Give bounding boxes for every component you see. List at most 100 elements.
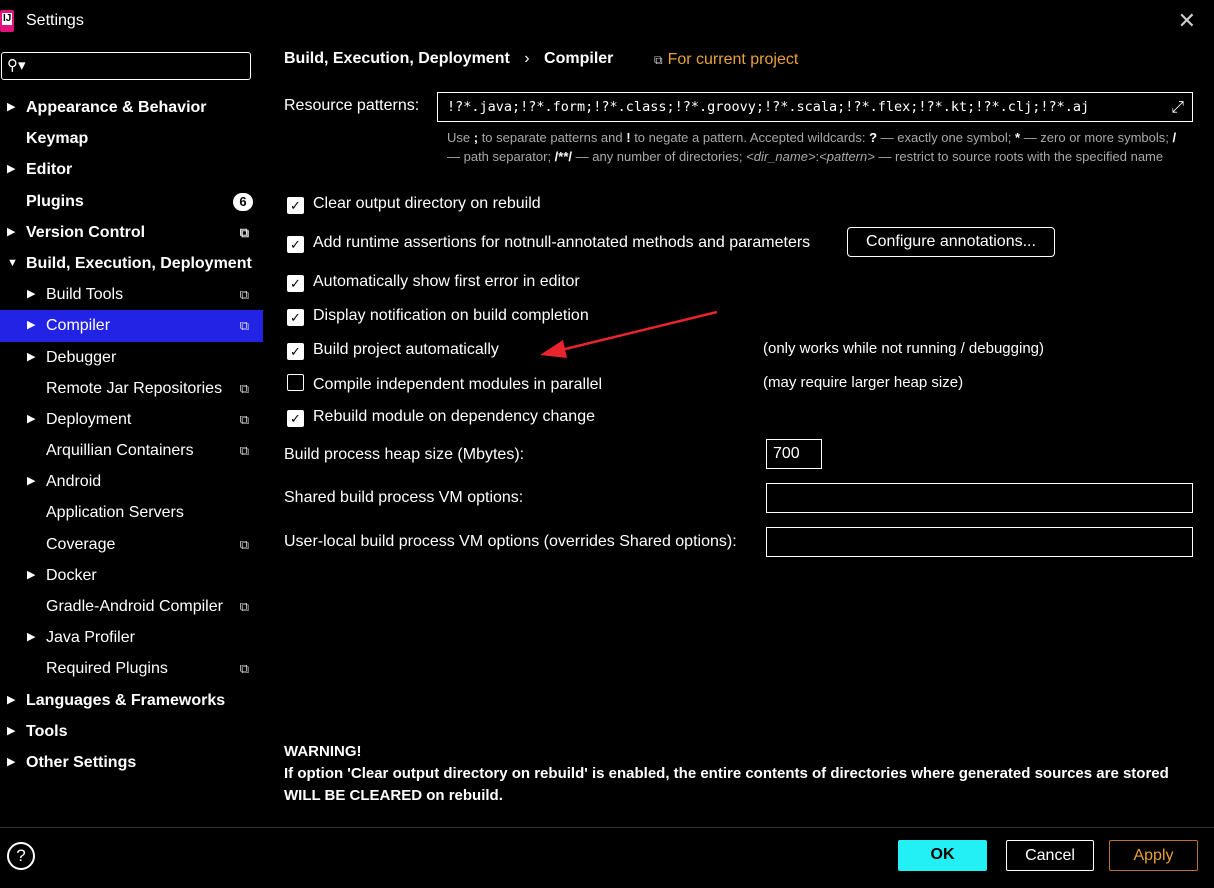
sidebar-item-coverage[interactable]: Coverage ⧉ (0, 529, 263, 560)
chevron-right-icon[interactable]: ▶ (7, 685, 15, 716)
sidebar-item-label: Debugger (46, 348, 117, 366)
runtime-assertions-option[interactable]: ✓ Add runtime assertions for notnull-anno… (287, 234, 810, 253)
sidebar-item-label: Docker (46, 566, 97, 584)
settings-search-input[interactable]: ⚲▾ (1, 52, 251, 80)
annotation-arrow-icon (540, 310, 718, 358)
sidebar-item-label: Arquillian Containers (46, 442, 194, 460)
sidebar-item-android[interactable]: ▶ Android (0, 466, 263, 497)
help-icon[interactable]: ? (7, 842, 35, 870)
checkbox[interactable]: ✓ (287, 275, 304, 292)
checkbox[interactable]: ✓ (287, 197, 304, 214)
rebuild-on-dependency-label: Rebuild module on dependency change (313, 408, 595, 425)
sidebar-item-appearance-behavior[interactable]: ▶ Appearance & Behavior (0, 92, 263, 123)
chevron-right-icon[interactable]: ▶ (7, 747, 15, 778)
copy-icon: ⧉ (239, 287, 249, 303)
configure-annotations-button[interactable]: Configure annotations... (847, 227, 1055, 257)
chevron-right-icon[interactable]: ▶ (27, 310, 35, 341)
warning-title: WARNING! (284, 743, 362, 760)
window-title: Settings (26, 12, 84, 29)
copy-icon: ⧉ (239, 536, 249, 552)
copy-icon: ⧉ (239, 224, 249, 240)
sidebar-item-remote-jar-repositories[interactable]: Remote Jar Repositories ⧉ (0, 373, 263, 404)
sidebar-item-label: Build Tools (46, 286, 124, 304)
sidebar-item-label: Coverage (46, 535, 116, 553)
dialog-footer: ? OK Cancel Apply (0, 827, 1214, 888)
sidebar-item-build-tools[interactable]: ▶ Build Tools ⧉ (0, 279, 263, 310)
sidebar-item-build-execution-deployment[interactable]: ▼ Build, Execution, Deployment (0, 248, 263, 279)
chevron-right-icon[interactable]: ▶ (7, 217, 15, 248)
breadcrumb: Build, Execution, Deployment › Compiler (284, 50, 613, 68)
sidebar-item-languages-frameworks[interactable]: ▶ Languages & Frameworks (0, 685, 263, 716)
chevron-down-icon[interactable]: ▼ (7, 248, 18, 279)
sidebar-item-tools[interactable]: ▶ Tools (0, 716, 263, 747)
checkbox[interactable] (287, 374, 304, 391)
expand-icon[interactable]: ⤢ (1171, 93, 1184, 121)
ok-button[interactable]: OK (898, 840, 987, 871)
sidebar-item-label: Java Profiler (46, 629, 135, 647)
resource-patterns-input[interactable]: !?*.java;!?*.form;!?*.class;!?*.groovy;!… (437, 92, 1193, 122)
compile-parallel-note: (may require larger heap size) (763, 374, 964, 391)
chevron-right-icon[interactable]: ▶ (27, 279, 35, 310)
checkbox[interactable]: ✓ (287, 410, 304, 427)
chevron-right-icon[interactable]: ▶ (27, 622, 35, 653)
build-automatically-option[interactable]: ✓ Build project automatically (287, 341, 499, 360)
sidebar-item-application-servers[interactable]: Application Servers (0, 497, 263, 528)
compile-parallel-option[interactable]: Compile independent modules in parallel (287, 374, 602, 394)
sidebar-item-deployment[interactable]: ▶ Deployment ⧉ (0, 404, 263, 435)
sidebar-item-version-control[interactable]: ▶ Version Control ⧉ (0, 217, 263, 248)
sidebar-item-debugger[interactable]: ▶ Debugger (0, 342, 263, 373)
breadcrumb-parent[interactable]: Build, Execution, Deployment (284, 50, 510, 67)
shared-vm-options-input[interactable] (766, 483, 1193, 513)
heap-size-input[interactable]: 700 (766, 439, 822, 469)
sidebar-item-keymap[interactable]: Keymap (0, 123, 263, 154)
chevron-right-icon[interactable]: ▶ (7, 92, 15, 123)
copy-icon: ⧉ (239, 661, 249, 677)
chevron-right-icon[interactable]: ▶ (7, 716, 15, 747)
chevron-right-icon[interactable]: ▶ (27, 466, 35, 497)
sidebar-item-arquillian-containers[interactable]: Arquillian Containers ⧉ (0, 435, 263, 466)
sidebar-item-label: Plugins (26, 192, 84, 210)
sidebar-item-other-settings[interactable]: ▶ Other Settings (0, 747, 263, 778)
chevron-right-icon[interactable]: ▶ (27, 342, 35, 373)
sidebar-item-gradle-android-compiler[interactable]: Gradle-Android Compiler ⧉ (0, 591, 263, 622)
chevron-right-icon[interactable]: ▶ (27, 560, 35, 591)
clear-output-label: Clear output directory on rebuild (313, 195, 541, 212)
sidebar-item-label: Editor (26, 161, 73, 179)
apply-button[interactable]: Apply (1109, 840, 1198, 871)
resource-patterns-label: Resource patterns: (284, 97, 420, 114)
checkbox[interactable]: ✓ (287, 236, 304, 253)
rebuild-on-dependency-option[interactable]: ✓ Rebuild module on dependency change (287, 408, 595, 427)
sidebar-item-editor[interactable]: ▶ Editor (0, 154, 263, 185)
copy-icon: ⧉ (239, 599, 249, 614)
sidebar-item-required-plugins[interactable]: Required Plugins ⧉ (0, 653, 263, 684)
sidebar-item-label: Compiler (46, 317, 111, 335)
compile-parallel-label: Compile independent modules in parallel (313, 376, 603, 393)
chevron-right-icon[interactable]: ▶ (27, 404, 35, 435)
sidebar-item-label: Gradle-Android Compiler (46, 598, 223, 615)
checkbox[interactable]: ✓ (287, 343, 304, 360)
resource-patterns-hint: Use ; to separate patterns and ! to nega… (447, 130, 1177, 164)
sidebar-item-label: Keymap (26, 130, 89, 148)
breadcrumb-separator-icon: › (524, 50, 530, 67)
sidebar-item-java-profiler[interactable]: ▶ Java Profiler (0, 622, 263, 653)
search-icon: ⚲▾ (7, 57, 26, 74)
sidebar-item-label: Languages & Frameworks (26, 691, 226, 709)
warning-body: If option 'Clear output directory on reb… (284, 765, 1169, 804)
sidebar-item-label: Appearance & Behavior (26, 99, 207, 116)
cancel-button[interactable]: Cancel (1006, 840, 1094, 871)
checkbox[interactable]: ✓ (287, 309, 304, 326)
show-first-error-option[interactable]: ✓ Automatically show first error in edito… (287, 273, 580, 292)
sidebar-item-label: Remote Jar Repositories (46, 379, 223, 397)
intellij-logo-icon: IJ (0, 10, 14, 32)
copy-icon: ⧉ (239, 318, 249, 334)
close-icon[interactable]: ✕ (1178, 8, 1196, 34)
clear-output-option[interactable]: ✓ Clear output directory on rebuild (287, 195, 541, 214)
sidebar-item-plugins[interactable]: Plugins 6 (0, 186, 263, 217)
copy-icon: ⧉ (654, 53, 663, 67)
copy-icon: ⧉ (239, 380, 249, 396)
sidebar-item-docker[interactable]: ▶ Docker (0, 560, 263, 591)
sidebar-item-compiler[interactable]: ▶ Compiler ⧉ (0, 310, 263, 342)
build-automatically-note: (only works while not running / debuggin… (763, 340, 1044, 357)
chevron-right-icon[interactable]: ▶ (7, 154, 15, 185)
user-vm-options-input[interactable] (766, 527, 1193, 557)
